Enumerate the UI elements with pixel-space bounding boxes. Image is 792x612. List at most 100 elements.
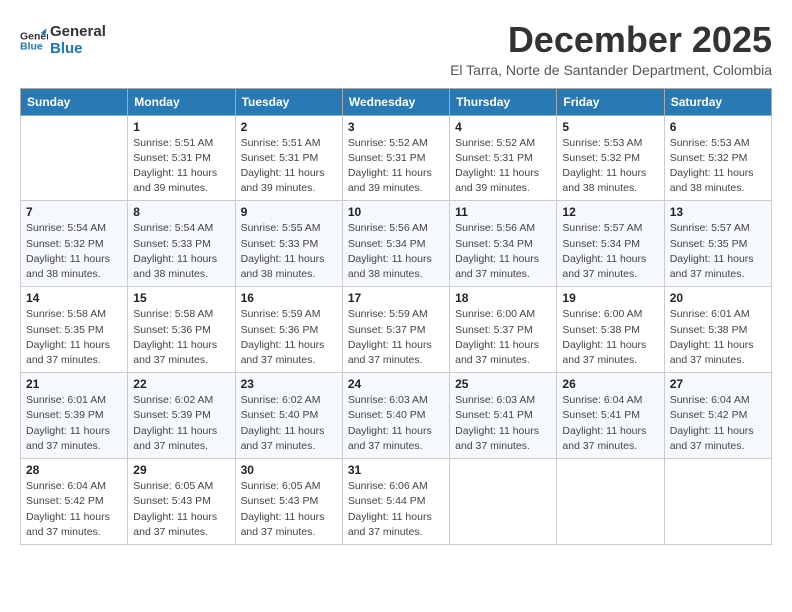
header: General Blue General Blue December 2025 … <box>20 20 772 78</box>
calendar-cell: 11 Sunrise: 5:56 AM Sunset: 5:34 PM Dayli… <box>450 201 557 287</box>
logo-icon: General Blue <box>20 27 48 55</box>
day-number: 19 <box>562 291 658 305</box>
calendar-cell: 14Sunrise: 5:58 AM Sunset: 5:35 PM Dayli… <box>21 287 128 373</box>
day-number: 1 <box>133 120 229 134</box>
calendar-cell: 13 Sunrise: 5:57 AM Sunset: 5:35 PM Dayli… <box>664 201 771 287</box>
calendar-cell: 29 Sunrise: 6:05 AM Sunset: 5:43 PM Dayli… <box>128 459 235 545</box>
column-header-friday: Friday <box>557 88 664 115</box>
day-number: 20 <box>670 291 766 305</box>
day-number: 22 <box>133 377 229 391</box>
calendar-cell: 5 Sunrise: 5:53 AM Sunset: 5:32 PM Daylig… <box>557 115 664 201</box>
day-number: 9 <box>241 205 337 219</box>
calendar-cell: 7 Sunrise: 5:54 AM Sunset: 5:32 PM Daylig… <box>21 201 128 287</box>
day-info: Sunrise: 5:59 AM Sunset: 5:37 PM Dayligh… <box>348 307 444 368</box>
calendar-cell: 31 Sunrise: 6:06 AM Sunset: 5:44 PM Dayli… <box>342 459 449 545</box>
calendar-week-3: 14Sunrise: 5:58 AM Sunset: 5:35 PM Dayli… <box>21 287 772 373</box>
column-header-tuesday: Tuesday <box>235 88 342 115</box>
day-info: Sunrise: 5:52 AM Sunset: 5:31 PM Dayligh… <box>455 136 551 197</box>
calendar-cell: 15 Sunrise: 5:58 AM Sunset: 5:36 PM Dayli… <box>128 287 235 373</box>
day-info: Sunrise: 5:56 AM Sunset: 5:34 PM Dayligh… <box>455 221 551 282</box>
calendar-cell: 22 Sunrise: 6:02 AM Sunset: 5:39 PM Dayli… <box>128 373 235 459</box>
calendar-cell: 20 Sunrise: 6:01 AM Sunset: 5:38 PM Dayli… <box>664 287 771 373</box>
day-info: Sunrise: 6:01 AM Sunset: 5:38 PM Dayligh… <box>670 307 766 368</box>
calendar-cell: 16Sunrise: 5:59 AM Sunset: 5:36 PM Dayli… <box>235 287 342 373</box>
day-info: Sunrise: 6:06 AM Sunset: 5:44 PM Dayligh… <box>348 479 444 540</box>
day-number: 25 <box>455 377 551 391</box>
day-info: Sunrise: 6:02 AM Sunset: 5:40 PM Dayligh… <box>241 393 337 454</box>
day-info: Sunrise: 6:05 AM Sunset: 5:43 PM Dayligh… <box>133 479 229 540</box>
day-info: Sunrise: 6:05 AM Sunset: 5:43 PM Dayligh… <box>241 479 337 540</box>
calendar-week-4: 21Sunrise: 6:01 AM Sunset: 5:39 PM Dayli… <box>21 373 772 459</box>
calendar-cell: 1Sunrise: 5:51 AM Sunset: 5:31 PM Daylig… <box>128 115 235 201</box>
calendar-cell <box>664 459 771 545</box>
day-info: Sunrise: 5:58 AM Sunset: 5:36 PM Dayligh… <box>133 307 229 368</box>
calendar-cell: 26Sunrise: 6:04 AM Sunset: 5:41 PM Dayli… <box>557 373 664 459</box>
day-info: Sunrise: 5:57 AM Sunset: 5:35 PM Dayligh… <box>670 221 766 282</box>
day-info: Sunrise: 6:00 AM Sunset: 5:38 PM Dayligh… <box>562 307 658 368</box>
calendar-cell: 27Sunrise: 6:04 AM Sunset: 5:42 PM Dayli… <box>664 373 771 459</box>
day-info: Sunrise: 6:04 AM Sunset: 5:42 PM Dayligh… <box>670 393 766 454</box>
day-number: 13 <box>670 205 766 219</box>
column-header-saturday: Saturday <box>664 88 771 115</box>
day-number: 29 <box>133 463 229 477</box>
day-number: 24 <box>348 377 444 391</box>
calendar-cell: 28 Sunrise: 6:04 AM Sunset: 5:42 PM Dayli… <box>21 459 128 545</box>
day-number: 2 <box>241 120 337 134</box>
subtitle: El Tarra, Norte de Santander Department,… <box>450 62 772 78</box>
day-number: 28 <box>26 463 122 477</box>
logo: General Blue General Blue <box>20 24 106 57</box>
calendar-cell: 30 Sunrise: 6:05 AM Sunset: 5:43 PM Dayli… <box>235 459 342 545</box>
calendar-cell: 12Sunrise: 5:57 AM Sunset: 5:34 PM Dayli… <box>557 201 664 287</box>
calendar-cell: 3 Sunrise: 5:52 AM Sunset: 5:31 PM Daylig… <box>342 115 449 201</box>
svg-text:Blue: Blue <box>20 40 43 52</box>
day-info: Sunrise: 5:53 AM Sunset: 5:32 PM Dayligh… <box>562 136 658 197</box>
day-number: 7 <box>26 205 122 219</box>
calendar-cell: 17 Sunrise: 5:59 AM Sunset: 5:37 PM Dayli… <box>342 287 449 373</box>
day-number: 26 <box>562 377 658 391</box>
day-number: 14 <box>26 291 122 305</box>
day-number: 3 <box>348 120 444 134</box>
column-header-wednesday: Wednesday <box>342 88 449 115</box>
day-number: 4 <box>455 120 551 134</box>
day-info: Sunrise: 5:57 AM Sunset: 5:34 PM Dayligh… <box>562 221 658 282</box>
calendar-cell: 8 Sunrise: 5:54 AM Sunset: 5:33 PM Daylig… <box>128 201 235 287</box>
day-info: Sunrise: 6:03 AM Sunset: 5:41 PM Dayligh… <box>455 393 551 454</box>
calendar-cell <box>450 459 557 545</box>
day-info: Sunrise: 5:54 AM Sunset: 5:33 PM Dayligh… <box>133 221 229 282</box>
title-block: December 2025 El Tarra, Norte de Santand… <box>450 20 772 78</box>
day-number: 31 <box>348 463 444 477</box>
day-number: 11 <box>455 205 551 219</box>
calendar-cell: 9 Sunrise: 5:55 AM Sunset: 5:33 PM Daylig… <box>235 201 342 287</box>
calendar-cell: 10Sunrise: 5:56 AM Sunset: 5:34 PM Dayli… <box>342 201 449 287</box>
calendar-header-row: SundayMondayTuesdayWednesdayThursdayFrid… <box>21 88 772 115</box>
day-number: 10 <box>348 205 444 219</box>
day-info: Sunrise: 6:02 AM Sunset: 5:39 PM Dayligh… <box>133 393 229 454</box>
day-number: 17 <box>348 291 444 305</box>
day-info: Sunrise: 5:59 AM Sunset: 5:36 PM Dayligh… <box>241 307 337 368</box>
calendar-week-5: 28 Sunrise: 6:04 AM Sunset: 5:42 PM Dayli… <box>21 459 772 545</box>
day-number: 23 <box>241 377 337 391</box>
logo-text-line1: General <box>50 24 106 41</box>
calendar-week-1: 1Sunrise: 5:51 AM Sunset: 5:31 PM Daylig… <box>21 115 772 201</box>
calendar-cell: 6 Sunrise: 5:53 AM Sunset: 5:32 PM Daylig… <box>664 115 771 201</box>
day-number: 8 <box>133 205 229 219</box>
day-number: 30 <box>241 463 337 477</box>
calendar-cell <box>557 459 664 545</box>
calendar-cell: 25 Sunrise: 6:03 AM Sunset: 5:41 PM Dayli… <box>450 373 557 459</box>
day-info: Sunrise: 6:03 AM Sunset: 5:40 PM Dayligh… <box>348 393 444 454</box>
calendar-cell: 4 Sunrise: 5:52 AM Sunset: 5:31 PM Daylig… <box>450 115 557 201</box>
day-info: Sunrise: 5:54 AM Sunset: 5:32 PM Dayligh… <box>26 221 122 282</box>
day-number: 5 <box>562 120 658 134</box>
day-info: Sunrise: 5:52 AM Sunset: 5:31 PM Dayligh… <box>348 136 444 197</box>
day-number: 15 <box>133 291 229 305</box>
column-header-monday: Monday <box>128 88 235 115</box>
day-info: Sunrise: 5:53 AM Sunset: 5:32 PM Dayligh… <box>670 136 766 197</box>
day-info: Sunrise: 5:55 AM Sunset: 5:33 PM Dayligh… <box>241 221 337 282</box>
calendar-cell: 21Sunrise: 6:01 AM Sunset: 5:39 PM Dayli… <box>21 373 128 459</box>
day-number: 6 <box>670 120 766 134</box>
calendar-week-2: 7 Sunrise: 5:54 AM Sunset: 5:32 PM Daylig… <box>21 201 772 287</box>
calendar: SundayMondayTuesdayWednesdayThursdayFrid… <box>20 88 772 545</box>
day-info: Sunrise: 6:00 AM Sunset: 5:37 PM Dayligh… <box>455 307 551 368</box>
day-info: Sunrise: 6:04 AM Sunset: 5:42 PM Dayligh… <box>26 479 122 540</box>
calendar-cell: 2Sunrise: 5:51 AM Sunset: 5:31 PM Daylig… <box>235 115 342 201</box>
